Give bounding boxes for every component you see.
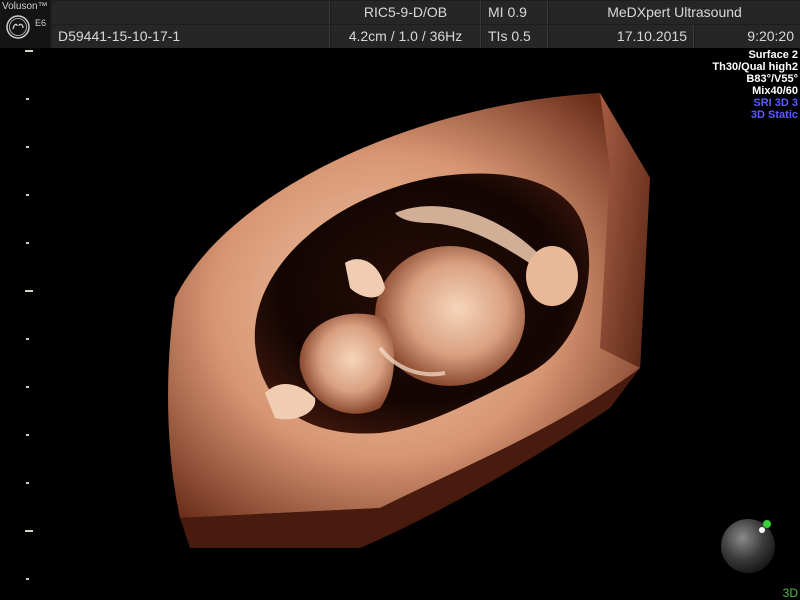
- param-line: SRI 3D 3: [753, 97, 798, 109]
- volume-side-face: [600, 93, 650, 368]
- exam-time: 9:20:20: [695, 25, 800, 48]
- header-bar: Voluson™ E6 RIC5-9-D/OB MI 0.9 MeDXpert …: [0, 0, 800, 48]
- param-line: B83°/V55°: [746, 73, 798, 85]
- orientation-ball-icon[interactable]: [718, 516, 778, 576]
- mi-value: MI 0.9: [482, 1, 548, 24]
- logo-area: Voluson™ E6: [0, 0, 50, 48]
- brand-label: Voluson™: [2, 1, 48, 12]
- param-line: 3D Static: [750, 109, 798, 121]
- param-line: Surface 2: [748, 49, 798, 61]
- view-mode-label: 3D: [782, 586, 798, 600]
- render-parameters: Surface 2 Th30/Qual high2 B83°/V55° Mix4…: [712, 49, 798, 121]
- param-line: Th30/Qual high2: [712, 61, 798, 73]
- exam-date: 17.10.2015: [549, 25, 694, 48]
- header-blank-cell: [52, 1, 330, 24]
- yolk-sac: [526, 246, 578, 306]
- param-line: Mix40/60: [752, 85, 798, 97]
- tis-value: TIs 0.5: [482, 25, 548, 48]
- institution-name: MeDXpert Ultrasound: [549, 1, 800, 24]
- ge-logo-icon: [6, 15, 30, 39]
- depth-frequency: 4.2cm / 1.0 / 36Hz: [331, 25, 481, 48]
- model-label: E6: [35, 18, 47, 28]
- patient-id: D59441-15-10-17-1: [52, 25, 330, 48]
- 3d-render-view[interactable]: [0, 48, 800, 600]
- probe-preset: RIC5-9-D/OB: [331, 1, 481, 24]
